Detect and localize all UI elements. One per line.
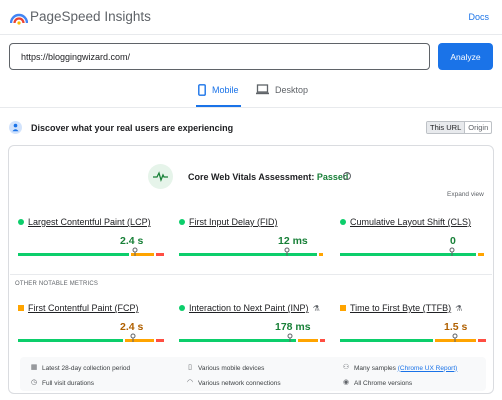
good-dot-icon <box>179 219 185 225</box>
distribution-poor-segment <box>320 339 325 342</box>
calendar-icon: ▦ <box>30 364 38 371</box>
average-square-icon <box>340 305 346 311</box>
url-origin-toggle: This URL Origin <box>426 121 493 134</box>
chrome-ux-report-link[interactable]: (Chrome UX Report) <box>398 365 458 372</box>
metric-lcp-distribution <box>18 253 164 256</box>
analyze-button[interactable]: Analyze <box>438 43 493 70</box>
footer-duration-text: Full visit durations <box>42 379 95 387</box>
discover-heading: Discover what your real users are experi… <box>31 123 234 133</box>
percentile-marker-icon <box>449 247 455 256</box>
footer-versions: ◉ All Chrome versions <box>342 379 412 387</box>
expand-view-link[interactable]: Expand view <box>447 191 484 198</box>
footer-duration: ◷ Full visit durations <box>30 379 94 387</box>
footer-network-text: Various network connections <box>198 379 281 387</box>
phone-icon: ▯ <box>188 364 192 371</box>
distribution-good-segment <box>18 339 123 342</box>
metric-fid-value: 12 ms <box>278 235 308 247</box>
wifi-icon: ◠ <box>186 379 194 386</box>
metric-fid-name[interactable]: First Input Delay (FID) <box>189 217 278 227</box>
metric-lcp-name[interactable]: Largest Contentful Paint (LCP) <box>28 217 151 227</box>
metric-fcp-name[interactable]: First Contentful Paint (FCP) <box>28 303 139 313</box>
distribution-needs-improvement-segment <box>478 253 484 256</box>
toggle-origin[interactable]: Origin <box>465 122 491 133</box>
tab-mobile[interactable]: Mobile <box>196 84 241 107</box>
users-icon: ⚇ <box>342 364 350 371</box>
footer-devices: ▯ Various mobile devices <box>186 364 264 372</box>
cwv-pulse-icon <box>148 164 173 189</box>
chrome-icon: ◉ <box>342 379 350 386</box>
good-dot-icon <box>340 219 346 225</box>
docs-link[interactable]: Docs <box>468 12 489 22</box>
clock-icon: ◷ <box>30 379 38 386</box>
percentile-marker-icon <box>132 247 138 256</box>
distribution-poor-segment <box>478 339 486 342</box>
footer-network: ◠ Various network connections <box>186 379 281 387</box>
tab-mobile-label: Mobile <box>212 85 239 95</box>
desktop-icon <box>256 84 269 95</box>
distribution-needs-improvement-segment <box>319 253 323 256</box>
other-metrics-heading: OTHER NOTABLE METRICS <box>15 281 99 287</box>
metric-fcp-distribution <box>18 339 164 342</box>
footer-period-text: Latest 28-day collection period <box>42 364 131 372</box>
metric-cls-value: 0 <box>450 235 456 247</box>
distribution-poor-segment <box>156 339 164 342</box>
users-discover-icon <box>9 121 22 134</box>
url-input[interactable] <box>9 43 430 70</box>
distribution-good-segment <box>340 339 433 342</box>
percentile-marker-icon <box>284 247 290 256</box>
distribution-good-segment <box>18 253 129 256</box>
metric-ttfb-distribution <box>340 339 486 342</box>
cwv-assessment: Core Web Vitals Assessment: Passed <box>188 172 348 182</box>
experimental-flask-icon: ⚗ <box>455 303 463 313</box>
app-title: PageSpeed Insights <box>30 9 151 24</box>
footer-samples-text: Many samples <box>354 364 396 372</box>
tab-desktop[interactable]: Desktop <box>256 84 308 106</box>
metric-fcp-value: 2.4 s <box>120 321 144 333</box>
metric-fid-distribution <box>179 253 325 256</box>
metric-inp-distribution <box>179 339 325 342</box>
good-dot-icon <box>179 305 185 311</box>
top-bar: PageSpeed Insights Docs <box>0 0 502 36</box>
notable-divider <box>10 274 492 275</box>
tabs-divider <box>0 107 502 108</box>
percentile-marker-icon <box>287 333 293 342</box>
metric-cls-name[interactable]: Cumulative Layout Shift (CLS) <box>350 217 471 227</box>
cwv-assessment-label: Core Web Vitals Assessment: <box>188 172 315 182</box>
distribution-poor-segment <box>156 253 164 256</box>
header-divider <box>0 34 502 35</box>
metric-lcp-value: 2.4 s <box>120 235 144 247</box>
percentile-marker-icon <box>130 333 136 342</box>
pagespeed-logo-icon[interactable] <box>10 9 28 25</box>
distribution-good-segment <box>179 339 296 342</box>
good-dot-icon <box>18 219 24 225</box>
metric-cls-distribution <box>340 253 486 256</box>
help-icon[interactable]: ? <box>343 172 351 180</box>
mobile-icon <box>198 84 206 96</box>
footer-period: ▦ Latest 28-day collection period <box>30 364 130 372</box>
footer-devices-text: Various mobile devices <box>198 364 265 372</box>
toggle-this-url[interactable]: This URL <box>427 122 466 133</box>
average-square-icon <box>18 305 24 311</box>
metric-inp-value: 178 ms <box>275 321 311 333</box>
experimental-flask-icon: ⚗ <box>312 303 320 313</box>
distribution-good-segment <box>179 253 318 256</box>
distribution-good-segment <box>340 253 476 256</box>
metric-inp-name[interactable]: Interaction to Next Paint (INP) <box>189 303 309 313</box>
distribution-needs-improvement-segment <box>298 339 318 342</box>
footer-versions-text: All Chrome versions <box>354 379 413 387</box>
footer-samples: ⚇ Many samples (Chrome UX Report) <box>342 364 457 372</box>
metric-ttfb-value: 1.5 s <box>444 321 468 333</box>
metric-ttfb-name[interactable]: Time to First Byte (TTFB) <box>350 303 451 313</box>
tab-desktop-label: Desktop <box>275 85 309 95</box>
percentile-marker-icon <box>452 333 458 342</box>
